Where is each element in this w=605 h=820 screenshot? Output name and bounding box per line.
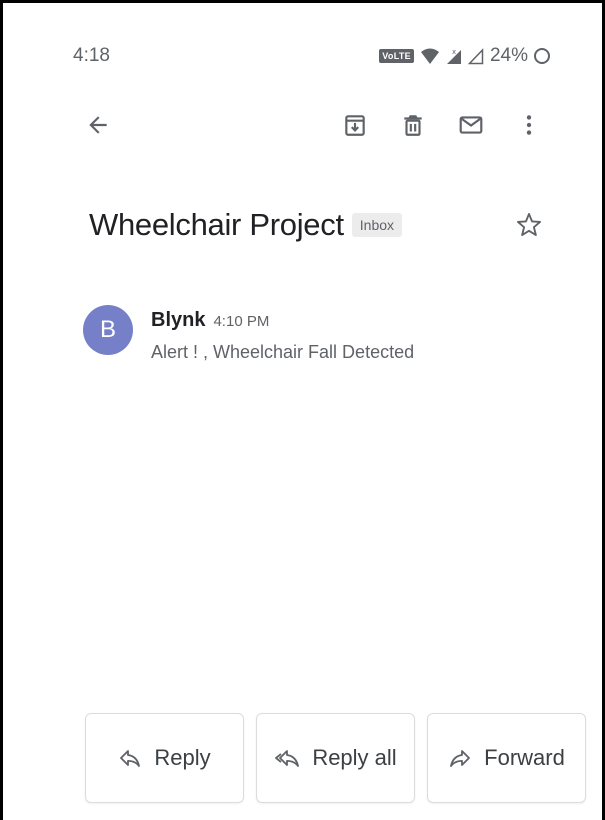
reply-button[interactable]: Reply — [85, 713, 244, 803]
wifi-icon — [420, 48, 439, 64]
battery-icon — [534, 48, 550, 64]
arrow-left-icon — [89, 116, 107, 134]
signal-full-icon: x — [446, 48, 461, 64]
reply-all-button[interactable]: Reply all — [256, 713, 415, 803]
archive-icon — [345, 115, 365, 136]
reply-actions: Reply Reply all Forward — [85, 713, 586, 803]
toolbar-actions — [338, 108, 546, 142]
message-item[interactable]: B Blynk 4:10 PM Alert ! , Wheelchair Fal… — [83, 305, 546, 363]
toolbar — [81, 103, 546, 147]
delete-button[interactable] — [396, 108, 430, 142]
status-indicators: VoLTE x 24% — [379, 45, 550, 67]
reply-label: Reply — [154, 745, 211, 770]
battery-percent: 24% — [489, 45, 528, 66]
subject-row: Wheelchair Project Inbox — [89, 201, 546, 249]
archive-button[interactable] — [338, 108, 372, 142]
volte-icon: VoLTE — [379, 49, 414, 63]
signal-empty-icon — [467, 48, 484, 65]
mail-icon — [459, 116, 483, 134]
reply-all-icon — [275, 750, 300, 767]
status-bar: 4:18 VoLTE x 24% — [73, 41, 550, 71]
thread-subject: Wheelchair Project — [89, 207, 344, 242]
reply-icon — [120, 750, 141, 767]
more-vert-icon — [526, 115, 532, 135]
avatar[interactable]: B — [83, 305, 133, 355]
svg-text:x: x — [452, 48, 456, 56]
message-snippet: Alert ! , Wheelchair Fall Detected — [151, 342, 415, 362]
sender-name: Blynk — [151, 309, 206, 331]
forward-button[interactable]: Forward — [427, 713, 586, 803]
subject-group: Wheelchair Project Inbox — [89, 207, 403, 243]
more-options-button[interactable] — [512, 108, 546, 142]
message-time: 4:10 PM — [213, 313, 270, 330]
status-time: 4:18 — [73, 45, 110, 66]
inbox-label[interactable]: Inbox — [351, 213, 403, 237]
mark-unread-button[interactable] — [454, 108, 488, 142]
star-button[interactable] — [512, 208, 546, 242]
back-button[interactable] — [81, 108, 115, 142]
message-body: Blynk 4:10 PM Alert ! , Wheelchair Fall … — [151, 305, 414, 363]
trash-icon — [404, 115, 422, 136]
forward-label: Forward — [484, 745, 565, 770]
sender-line: Blynk 4:10 PM — [151, 309, 414, 332]
star-outline-icon — [516, 212, 542, 236]
forward-icon — [450, 750, 471, 767]
mail-screen: 4:18 VoLTE x 24% Wheelchair Project Inbo… — [0, 0, 605, 820]
reply-all-label: Reply all — [312, 745, 397, 770]
